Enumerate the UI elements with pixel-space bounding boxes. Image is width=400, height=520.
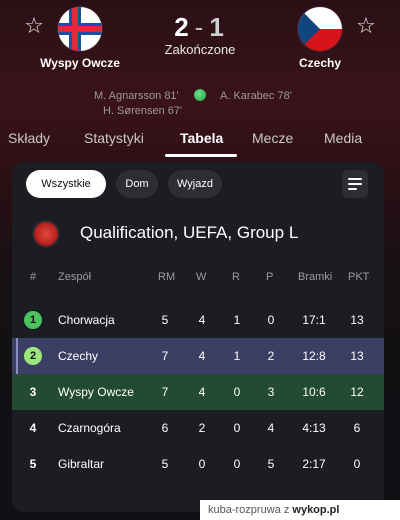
col-wins: W (196, 271, 207, 283)
losses: 3 (267, 385, 275, 399)
away-score: 1 (209, 12, 226, 42)
tab-matches[interactable]: Mecze (252, 130, 293, 146)
col-draws: R (232, 271, 240, 283)
draws: 1 (233, 313, 241, 327)
table-row[interactable]: 5 Gibraltar 5 0 0 5 2:17 0 (12, 446, 384, 482)
score-separator: - (194, 12, 206, 42)
away-team-name[interactable]: Czechy (265, 56, 375, 70)
match-header: ☆ ☆ Wyspy Owcze Czechy 2-1 Zakończone M.… (0, 0, 400, 160)
home-scorer: H. Sørensen 67' (103, 105, 183, 117)
position: 4 (29, 421, 37, 435)
position-badge: 2 (24, 347, 42, 365)
goals: 4:13 (302, 421, 326, 435)
played: 6 (161, 421, 169, 435)
score: 2-1 (150, 12, 250, 43)
match-status: Zakończone (164, 42, 236, 57)
standings-header: # Zespół RM W R P Bramki PKT (12, 266, 384, 290)
team-name: Chorwacja (58, 313, 115, 327)
losses: 4 (267, 421, 275, 435)
away-scorer: A. Karabec 78' (220, 90, 292, 102)
table-row[interactable]: 1 Chorwacja 5 4 1 0 17:1 13 (12, 302, 384, 338)
losses: 5 (267, 457, 275, 471)
col-team: Zespół (58, 271, 92, 283)
position-badge: 1 (24, 311, 42, 329)
filter-away-chip[interactable]: Wyjazd (168, 170, 222, 198)
goals: 12:8 (302, 349, 326, 363)
draws: 1 (233, 349, 241, 363)
goals: 10:6 (302, 385, 326, 399)
wins: 0 (198, 457, 206, 471)
home-scorer: M. Agnarsson 81' (94, 90, 179, 102)
wins: 4 (198, 349, 206, 363)
col-position: # (30, 271, 37, 283)
tab-lineups[interactable]: Składy (8, 130, 50, 146)
faroe-islands-flag-icon[interactable] (58, 7, 102, 51)
played: 5 (161, 457, 169, 471)
watermark-prefix: z (283, 504, 290, 516)
tab-media[interactable]: Media (324, 130, 362, 146)
points: 0 (353, 457, 361, 471)
tab-statistics[interactable]: Statystyki (84, 130, 144, 146)
highlight-bar (16, 338, 18, 374)
wins: 4 (198, 385, 206, 399)
draws: 0 (233, 457, 241, 471)
football-icon (194, 89, 206, 101)
played: 5 (161, 313, 169, 327)
losses: 2 (267, 349, 275, 363)
tab-table[interactable]: Tabela (180, 130, 223, 146)
played: 7 (161, 385, 169, 399)
position: 3 (29, 385, 37, 399)
home-team-name[interactable]: Wyspy Owcze (25, 56, 135, 70)
points: 13 (350, 313, 364, 327)
table-row[interactable]: 4 Czarnogóra 6 2 0 4 4:13 6 (12, 410, 384, 446)
competition-header: Qualification, UEFA, Group L (12, 214, 384, 254)
watermark-site: wykop.pl (292, 504, 340, 516)
tab-bar: Składy Statystyki Tabela Mecze Media (0, 126, 400, 158)
team-name: Czarnogóra (58, 421, 121, 435)
points: 12 (350, 385, 364, 399)
filter-all-chip[interactable]: Wszystkie (26, 170, 106, 198)
table-row[interactable]: 3 Wyspy Owcze 7 4 0 3 10:6 12 (12, 374, 384, 410)
filter-list-icon[interactable] (342, 170, 368, 198)
competition-title[interactable]: Qualification, UEFA, Group L (80, 223, 298, 243)
team-name: Czechy (58, 349, 99, 363)
position: 5 (29, 457, 37, 471)
uefa-logo-icon (34, 222, 58, 246)
goals: 2:17 (302, 457, 326, 471)
played: 7 (161, 349, 169, 363)
team-name: Gibraltar (58, 457, 105, 471)
watermark-user: kuba-rozpruwa (208, 504, 281, 516)
watermark: kuba-rozpruwa z wykop.pl (200, 500, 400, 520)
star-outline-icon[interactable]: ☆ (354, 14, 378, 38)
goals: 17:1 (302, 313, 326, 327)
active-tab-indicator (165, 154, 237, 157)
czech-flag-icon[interactable] (298, 7, 342, 51)
col-losses: P (266, 271, 274, 283)
table-row[interactable]: 2 Czechy 7 4 1 2 12:8 13 (12, 338, 384, 374)
points: 13 (350, 349, 364, 363)
points: 6 (353, 421, 361, 435)
standings-panel: Wszystkie Dom Wyjazd Qualification, UEFA… (12, 162, 384, 512)
star-outline-icon[interactable]: ☆ (22, 14, 46, 38)
col-points: PKT (348, 271, 370, 283)
filter-bar: Wszystkie Dom Wyjazd (22, 170, 374, 200)
col-played: RM (158, 271, 176, 283)
wins: 2 (198, 421, 206, 435)
col-goals: Bramki (298, 271, 333, 283)
team-name: Wyspy Owcze (58, 385, 134, 399)
filter-home-chip[interactable]: Dom (116, 170, 158, 198)
draws: 0 (233, 385, 241, 399)
home-score: 2 (174, 12, 191, 42)
draws: 0 (233, 421, 241, 435)
wins: 4 (198, 313, 206, 327)
losses: 0 (267, 313, 275, 327)
